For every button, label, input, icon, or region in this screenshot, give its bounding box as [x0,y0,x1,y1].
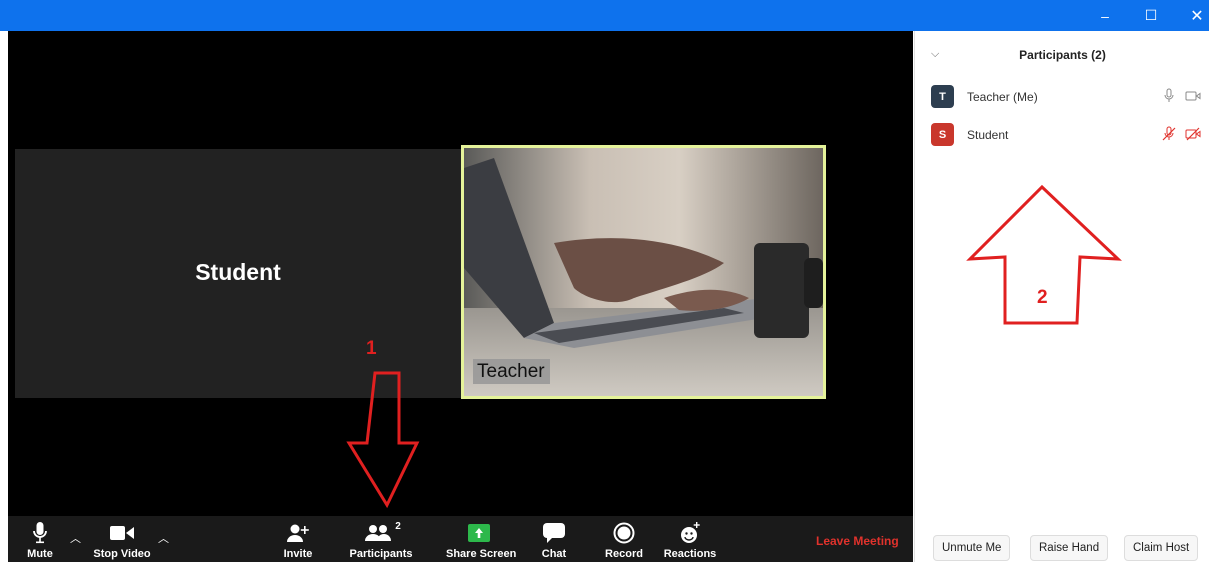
annotation-label-2: 2 [1037,287,1048,308]
close-window-button[interactable]: ✕ [1179,0,1209,31]
reactions-smiley-icon [681,522,700,543]
reactions-label: Reactions [663,548,717,560]
stop-video-label: Stop Video [93,548,151,560]
raise-hand-button[interactable]: Raise Hand [1030,535,1109,561]
audio-options-chevron-icon[interactable]: ︿ [70,530,81,546]
add-user-icon [287,524,309,542]
video-options-chevron-icon[interactable]: ︿ [158,530,169,546]
annotation-arrow-down [346,371,420,509]
panel-title: Participants (2) [1019,48,1106,62]
chat-icon [543,523,565,543]
invite-button[interactable]: Invite [278,516,318,562]
share-screen-icon [468,524,490,542]
maximize-button[interactable]: ☐ [1133,0,1169,31]
mute-label: Mute [27,548,53,560]
invite-label: Invite [283,548,313,560]
participants-icon [365,525,392,541]
avatar: T [931,85,954,108]
stop-video-button[interactable]: Stop Video [93,516,151,562]
video-off-icon[interactable] [1185,126,1201,142]
student-tile-name: Student [195,259,281,285]
participants-panel: ⌵ Participants (2) T Teacher (Me) S Stud… [914,31,1209,562]
annotation-label-1: 1 [366,338,377,359]
minimize-button[interactable]: – [1087,0,1123,31]
participant-name: Student [967,128,1009,142]
share-screen-button[interactable]: Share Screen [446,516,516,562]
participants-count-badge: 2 [395,520,401,532]
participants-label: Participants [349,548,413,560]
avatar: S [931,123,954,146]
meeting-toolbar: Mute ︿ Stop Video ︿ Invite 2 Participant… [8,516,913,562]
chat-button[interactable]: Chat [536,516,572,562]
mute-button[interactable]: Mute [20,516,60,562]
claim-host-button[interactable]: Claim Host [1124,535,1199,561]
mic-muted-icon[interactable] [1161,126,1177,142]
reactions-button[interactable]: Reactions [664,516,716,562]
window-title-bar: – ☐ ✕ [0,0,1209,31]
share-screen-label: Share Screen [446,548,517,560]
video-icon[interactable] [1185,88,1201,104]
teacher-video-tile[interactable]: Teacher [461,145,826,399]
record-label: Record [605,548,643,560]
meeting-video-area: Student Teacher 1 Mute ︿ Stop Video ︿ In… [8,31,913,562]
participant-row-student[interactable]: S Student [915,123,1209,151]
participants-button[interactable]: 2 Participants [350,516,413,562]
participant-name: Teacher (Me) [967,90,1038,104]
mic-icon [33,522,47,544]
record-button[interactable]: Record [605,516,643,562]
student-video-tile[interactable]: Student [15,149,461,398]
teacher-tile-name: Teacher [473,359,550,384]
video-camera-icon [110,526,134,540]
unmute-me-button[interactable]: Unmute Me [933,535,1011,561]
leave-meeting-button[interactable]: Leave Meeting [816,534,899,548]
participant-row-teacher[interactable]: T Teacher (Me) [915,85,1209,113]
chat-label: Chat [541,548,567,560]
mic-icon[interactable] [1161,88,1177,104]
record-icon [613,522,635,544]
